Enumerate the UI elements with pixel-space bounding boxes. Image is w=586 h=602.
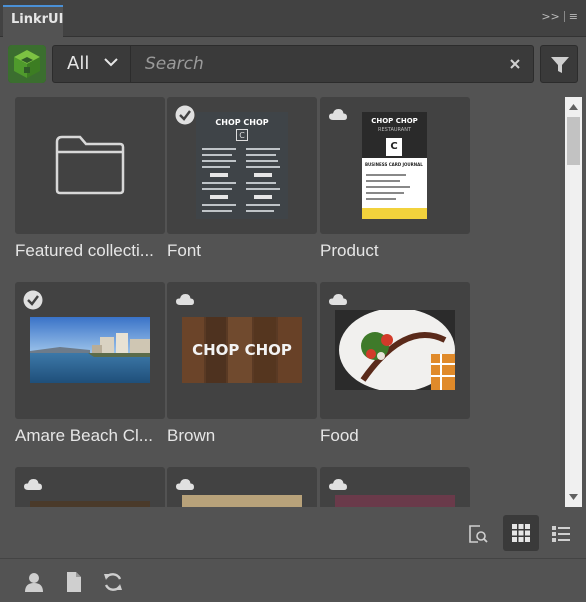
- beach-photo: [30, 317, 150, 383]
- check-icon: [23, 290, 43, 310]
- category-dropdown-value: All: [67, 53, 90, 74]
- grid-view-button[interactable]: [503, 515, 539, 551]
- refresh-icon[interactable]: [102, 571, 124, 593]
- chevron-down-icon: [104, 58, 118, 67]
- user-icon[interactable]: [23, 571, 45, 593]
- item-label: Food: [320, 426, 359, 445]
- thumbnail: [320, 467, 470, 507]
- item-label: Featured collecti...: [15, 241, 154, 260]
- business-card-image: CHOP CHOP RESTAURANT C BUSINESS CARD JOU…: [362, 112, 427, 219]
- cloud-icon: [24, 479, 42, 490]
- asset-grid: Featured collecti... CHOP CHOP C Font CH…: [8, 92, 563, 507]
- divider: [563, 11, 565, 22]
- scroll-thumb[interactable]: [567, 117, 580, 165]
- view-toolbar: [0, 510, 586, 557]
- cloud-icon: [176, 479, 194, 490]
- clear-search-icon[interactable]: [507, 56, 523, 72]
- grid-view-icon: [512, 524, 530, 542]
- footer-bar: [0, 558, 586, 602]
- thumbnail: CHOP CHOP C: [167, 97, 317, 234]
- tab-linkrui[interactable]: LinkrUI: [3, 5, 63, 37]
- document-icon[interactable]: [63, 571, 85, 593]
- tab-bar: LinkrUI >> ≡: [0, 0, 586, 37]
- thumbnail: CHOP CHOP RESTAURANT C BUSINESS CARD JOU…: [320, 97, 470, 234]
- thumbnail: CHOP CHOP: [167, 282, 317, 419]
- preview-button[interactable]: [460, 516, 496, 552]
- folder-icon: [55, 135, 125, 195]
- item-label: Product: [320, 241, 379, 260]
- vertical-scrollbar[interactable]: [565, 97, 582, 507]
- partial-photo: [335, 495, 455, 507]
- filter-button[interactable]: [540, 45, 578, 83]
- funnel-icon: [551, 57, 569, 73]
- category-dropdown[interactable]: All: [53, 46, 131, 82]
- check-icon: [175, 105, 195, 125]
- linkr-panel: LinkrUI >> ≡ All Search Featured collect…: [0, 0, 586, 602]
- thumbnail: [15, 97, 165, 234]
- menu-thumbnail-image: CHOP CHOP C: [196, 112, 288, 219]
- collapse-icon[interactable]: >>: [541, 10, 559, 23]
- cloud-icon: [329, 294, 347, 305]
- thumbnail: [320, 282, 470, 419]
- thumbnail: [167, 467, 317, 507]
- item-label: Amare Beach Cl...: [15, 426, 153, 445]
- list-view-icon: [552, 526, 570, 542]
- cube-logo-icon[interactable]: [8, 45, 46, 83]
- scroll-down-icon[interactable]: [565, 489, 582, 505]
- panel-menu-icon[interactable]: ≡: [569, 10, 578, 23]
- filter-search-box: All: [52, 45, 534, 83]
- panel-controls: >> ≡: [541, 10, 578, 23]
- food-photo: [335, 310, 455, 390]
- scroll-up-icon[interactable]: [565, 99, 582, 115]
- item-label: Brown: [167, 426, 216, 445]
- partial-photo: [182, 495, 302, 507]
- search-input[interactable]: [133, 46, 493, 82]
- partial-photo: [30, 501, 150, 507]
- cloud-icon: [329, 109, 347, 120]
- preview-search-icon: [469, 525, 488, 543]
- list-view-button[interactable]: [543, 516, 579, 552]
- thumbnail: [15, 282, 165, 419]
- item-label: Font: [167, 241, 202, 260]
- thumbnail: [15, 467, 165, 507]
- wood-photo: CHOP CHOP: [182, 317, 302, 383]
- cloud-icon: [329, 479, 347, 490]
- cloud-icon: [176, 294, 194, 305]
